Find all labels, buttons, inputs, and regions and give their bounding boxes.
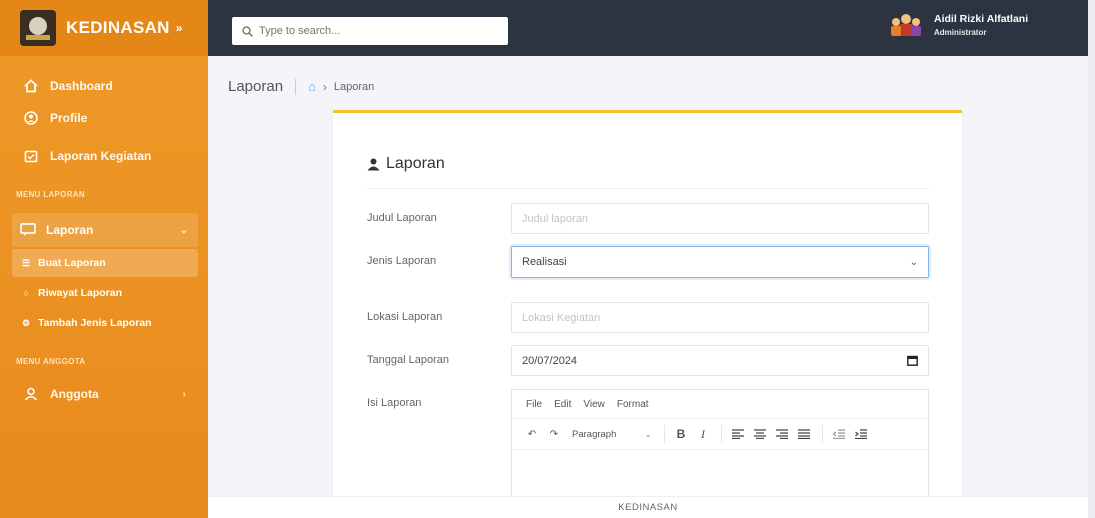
breadcrumb-divider	[295, 78, 297, 95]
chat-icon	[20, 223, 36, 237]
brand[interactable]: KEDINASAN »	[0, 0, 208, 56]
sidebar-group-label: Anggota	[50, 387, 99, 401]
menu-edit[interactable]: Edit	[554, 399, 571, 410]
user-icon	[367, 158, 380, 170]
align-left-icon[interactable]	[728, 424, 748, 444]
sidebar-item-tambah-jenis-laporan[interactable]: ⚙ Tambah Jenis Laporan	[12, 309, 198, 337]
form-title-text: Laporan	[386, 155, 445, 172]
bold-button[interactable]: B	[671, 424, 691, 444]
jenis-select[interactable]: Realisasi ⌄	[511, 246, 929, 278]
page-title: Laporan	[228, 78, 284, 95]
jenis-selected-value: Realisasi	[522, 256, 567, 268]
calendar-icon	[22, 149, 40, 163]
sidebar-item-label: Dashboard	[50, 79, 113, 93]
calendar-icon[interactable]	[907, 355, 918, 366]
user-menu[interactable]: Aidil Rizki Alfatlani Administrator	[888, 10, 1028, 40]
sidebar-item-label: Tambah Jenis Laporan	[38, 317, 152, 329]
menu-view[interactable]: View	[583, 399, 605, 410]
redo-icon[interactable]: ↷	[544, 424, 564, 444]
divider	[367, 188, 929, 189]
sidebar-item-laporan-kegiatan[interactable]: Laporan Kegiatan	[0, 140, 208, 172]
sidebar-item-riwayat-laporan[interactable]: ○ Riwayat Laporan	[12, 279, 198, 307]
judul-field[interactable]	[511, 203, 929, 234]
menu-file[interactable]: File	[526, 399, 542, 410]
search-box[interactable]	[232, 17, 508, 45]
rich-text-editor[interactable]: File Edit View Format ↶ ↷ Paragraph ⌄ B …	[511, 389, 929, 503]
lokasi-label: Lokasi Laporan	[367, 311, 443, 323]
editor-menubar: File Edit View Format	[512, 390, 928, 418]
user-role: Administrator	[934, 28, 987, 37]
home-icon	[22, 79, 40, 93]
chevron-down-icon: ⌄	[179, 224, 188, 236]
chevron-down-icon: ⌄	[909, 256, 918, 268]
toolbar-divider	[822, 425, 823, 443]
footer-text: KEDINASAN	[618, 502, 678, 513]
jenis-label: Jenis Laporan	[367, 255, 437, 267]
menu-format[interactable]: Format	[617, 399, 649, 410]
toolbar-divider	[664, 425, 665, 443]
footer: KEDINASAN	[208, 496, 1088, 518]
gear-icon: ⚙	[21, 317, 31, 328]
judul-input[interactable]	[522, 212, 918, 225]
list-icon: ☰	[21, 257, 31, 268]
tanggal-value: 20/07/2024	[522, 354, 578, 367]
indent-icon[interactable]	[851, 424, 871, 444]
outdent-icon[interactable]	[829, 424, 849, 444]
profile-icon	[22, 111, 40, 125]
isi-label: Isi Laporan	[367, 397, 422, 409]
user-name: Aidil Rizki Alfatlani	[934, 13, 1029, 25]
home-icon[interactable]: ⌂	[308, 79, 316, 94]
italic-button[interactable]: I	[693, 424, 713, 444]
align-center-icon[interactable]	[750, 424, 770, 444]
lokasi-input[interactable]	[522, 311, 918, 324]
sidebar-item-label: Laporan Kegiatan	[50, 149, 152, 163]
brand-name: KEDINASAN	[66, 18, 170, 37]
avatar	[891, 14, 921, 36]
sidebar-group-anggota[interactable]: Anggota ›	[0, 378, 208, 410]
block-format-value: Paragraph	[572, 428, 617, 440]
block-format-select[interactable]: Paragraph ⌄	[566, 429, 658, 440]
toolbar-divider	[721, 425, 722, 443]
brand-logo-icon	[20, 10, 56, 46]
sidebar-group-laporan[interactable]: Laporan ⌄	[12, 213, 198, 247]
search-input[interactable]	[259, 25, 499, 37]
circle-icon: ○	[23, 288, 29, 298]
section-menu-anggota: MENU ANGGOTA	[16, 357, 86, 366]
page-scrollbar[interactable]	[1088, 0, 1095, 518]
sidebar-group-label: Laporan	[46, 223, 94, 237]
undo-icon[interactable]: ↶	[522, 424, 542, 444]
align-right-icon[interactable]	[772, 424, 792, 444]
sidebar-item-buat-laporan[interactable]: ☰ Buat Laporan	[12, 249, 198, 277]
sidebar: KEDINASAN » Dashboard Profile Laporan Ke…	[0, 0, 208, 518]
section-menu-laporan: MENU LAPORAN	[16, 190, 85, 199]
search-icon	[242, 25, 253, 37]
topbar: Aidil Rizki Alfatlani Administrator	[208, 0, 1088, 56]
chevron-right-icon: ›	[182, 388, 186, 400]
chevron-right-icon: ›	[322, 79, 327, 94]
chevron-down-icon: ⌄	[644, 428, 652, 439]
align-justify-icon[interactable]	[794, 424, 814, 444]
sidebar-item-label: Riwayat Laporan	[38, 287, 123, 299]
editor-toolbar: ↶ ↷ Paragraph ⌄ B I	[512, 418, 928, 450]
sidebar-item-label: Buat Laporan	[38, 257, 106, 269]
sidebar-toggle-icon[interactable]: »	[176, 21, 183, 35]
breadcrumb: Laporan ⌂ › Laporan	[228, 78, 374, 95]
form-title: Laporan	[367, 155, 445, 173]
sidebar-item-label: Profile	[50, 111, 88, 125]
lokasi-field[interactable]	[511, 302, 929, 333]
form-card: Laporan Judul Laporan Jenis Laporan Real…	[333, 110, 962, 503]
sidebar-item-dashboard[interactable]: Dashboard	[0, 70, 208, 102]
breadcrumb-current: Laporan	[333, 80, 375, 93]
user-icon	[22, 387, 40, 401]
sidebar-item-profile[interactable]: Profile	[0, 102, 208, 134]
tanggal-field[interactable]: 20/07/2024	[511, 345, 929, 376]
judul-label: Judul Laporan	[367, 212, 437, 224]
tanggal-label: Tanggal Laporan	[367, 354, 449, 366]
